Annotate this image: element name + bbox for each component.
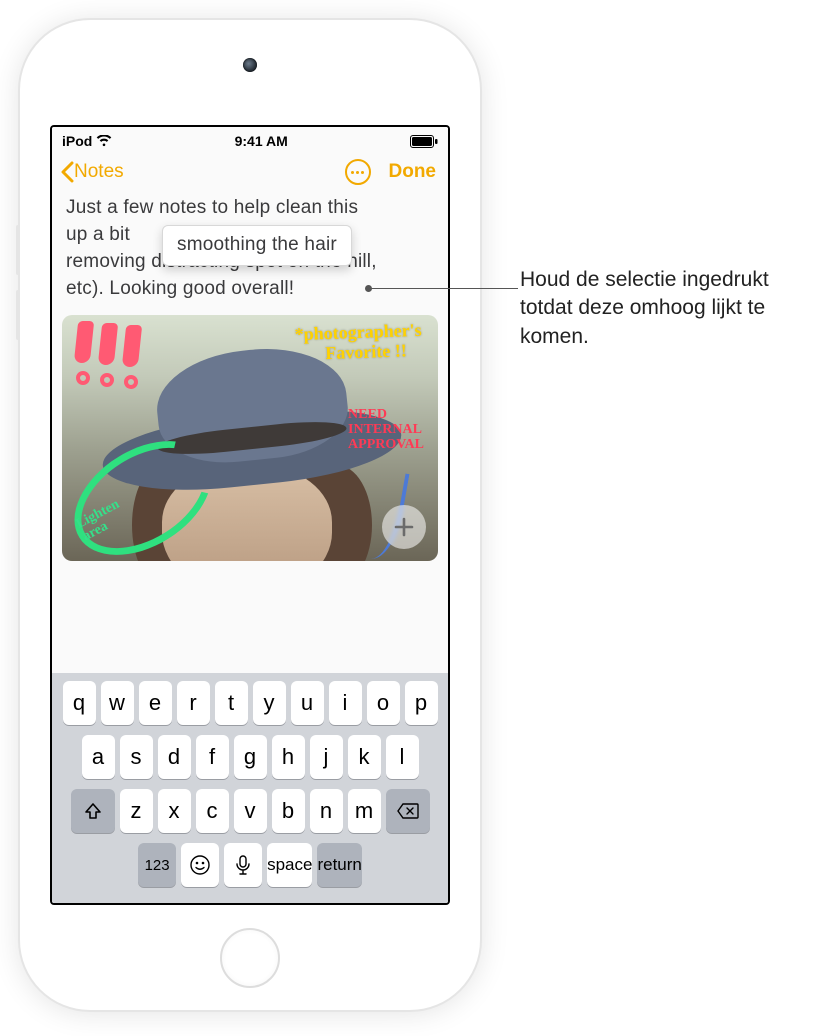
status-bar: iPod 9:41 AM	[52, 127, 448, 151]
key-w[interactable]: w	[101, 681, 134, 725]
shift-key[interactable]	[71, 789, 115, 833]
key-n[interactable]: n	[310, 789, 343, 833]
space-key[interactable]: space	[267, 843, 312, 887]
key-h[interactable]: h	[272, 735, 305, 779]
chevron-left-icon	[60, 161, 74, 183]
wifi-icon	[96, 135, 112, 147]
key-a[interactable]: a	[82, 735, 115, 779]
key-l[interactable]: l	[386, 735, 419, 779]
battery-icon	[410, 135, 438, 148]
keyboard-row-2: a s d f g h j k l	[56, 735, 444, 779]
key-i[interactable]: i	[329, 681, 362, 725]
key-g[interactable]: g	[234, 735, 267, 779]
shift-icon	[83, 801, 103, 821]
note-text[interactable]: Just a few notes to help clean this up a…	[52, 195, 448, 303]
keyboard-row-3: z x c v b n m	[56, 789, 444, 833]
key-v[interactable]: v	[234, 789, 267, 833]
emoji-icon	[189, 854, 211, 876]
emoji-key[interactable]	[181, 843, 219, 887]
home-button[interactable]	[220, 928, 280, 988]
key-q[interactable]: q	[63, 681, 96, 725]
nav-bar: Notes Done	[52, 151, 448, 195]
back-button[interactable]: Notes	[60, 161, 124, 183]
callout-leader-line	[369, 288, 518, 289]
note-line: etc). Looking good overall!	[66, 276, 434, 303]
device-frame: iPod 9:41 AM Notes Done	[20, 20, 480, 1010]
device-label: iPod	[62, 133, 92, 149]
key-f[interactable]: f	[196, 735, 229, 779]
screen: iPod 9:41 AM Notes Done	[50, 125, 450, 905]
done-button[interactable]: Done	[389, 161, 437, 183]
key-x[interactable]: x	[158, 789, 191, 833]
more-button[interactable]	[345, 159, 371, 185]
key-p[interactable]: p	[405, 681, 438, 725]
key-u[interactable]: u	[291, 681, 324, 725]
key-m[interactable]: m	[348, 789, 381, 833]
dictation-key[interactable]	[224, 843, 262, 887]
key-j[interactable]: j	[310, 735, 343, 779]
back-label: Notes	[74, 161, 124, 183]
ellipsis-icon	[351, 171, 364, 174]
return-key[interactable]: return	[317, 843, 361, 887]
key-s[interactable]: s	[120, 735, 153, 779]
front-camera	[243, 58, 257, 72]
favorite-annotation: *photographer's Favorite !!	[294, 321, 422, 365]
key-e[interactable]: e	[139, 681, 172, 725]
key-y[interactable]: y	[253, 681, 286, 725]
volume-up-button[interactable]	[16, 225, 20, 275]
keyboard-row-1: q w e r t y u i o p	[56, 681, 444, 725]
plus-icon	[392, 515, 416, 539]
red-exclamation-annotation	[76, 321, 156, 391]
numbers-key[interactable]: 123	[138, 843, 176, 887]
keyboard-row-4: 123 space return	[56, 843, 444, 887]
backspace-icon	[396, 802, 420, 820]
key-c[interactable]: c	[196, 789, 229, 833]
note-line: Just a few notes to help clean this	[66, 195, 434, 222]
key-b[interactable]: b	[272, 789, 305, 833]
text-selection-popup[interactable]: smoothing the hair	[162, 225, 352, 266]
add-attachment-button[interactable]	[382, 505, 426, 549]
key-r[interactable]: r	[177, 681, 210, 725]
key-o[interactable]: o	[367, 681, 400, 725]
approval-annotation: NEED INTERNAL APPROVAL	[348, 407, 424, 452]
callout-text: Houd de selectie ingedrukt totdat deze o…	[520, 266, 810, 351]
clock: 9:41 AM	[235, 133, 288, 149]
backspace-key[interactable]	[386, 789, 430, 833]
key-z[interactable]: z	[120, 789, 153, 833]
microphone-icon	[235, 854, 251, 876]
volume-down-button[interactable]	[16, 290, 20, 340]
image-attachment[interactable]: *photographer's Favorite !! NEED INTERNA…	[62, 315, 438, 561]
key-t[interactable]: t	[215, 681, 248, 725]
key-k[interactable]: k	[348, 735, 381, 779]
key-d[interactable]: d	[158, 735, 191, 779]
keyboard: q w e r t y u i o p a s d f g h j k l	[52, 673, 448, 903]
